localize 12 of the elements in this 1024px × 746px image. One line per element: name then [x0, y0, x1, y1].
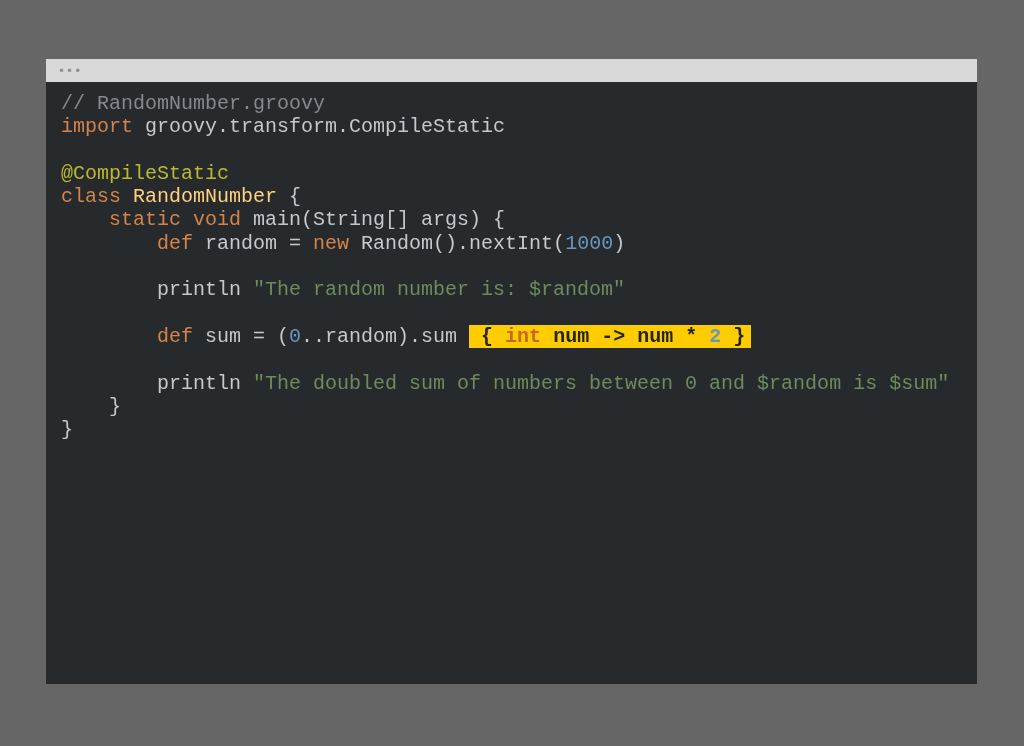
code-line: class RandomNumber { — [61, 185, 303, 209]
code-line: // RandomNumber.groovy — [61, 92, 327, 116]
code-line: } — [108, 394, 122, 419]
code-line: import groovy.transform.CompileStatic — [61, 115, 507, 139]
code-line: println "The doubled sum of numbers between 0 and $random is $sum" — [156, 371, 951, 395]
code-line: println "The random number is: $random" — [156, 278, 627, 302]
code-line: def random = new Random().nextInt(1000) — [156, 231, 627, 256]
code-line: static void main(String[] args) { — [108, 208, 507, 232]
code-line: @CompileStatic — [61, 161, 231, 186]
code-line: def sum = (0..random).sum { int num -> num * 2 } — [61, 324, 962, 349]
window-dots-icon: ••• — [58, 64, 83, 77]
code-line: } — [61, 418, 74, 442]
